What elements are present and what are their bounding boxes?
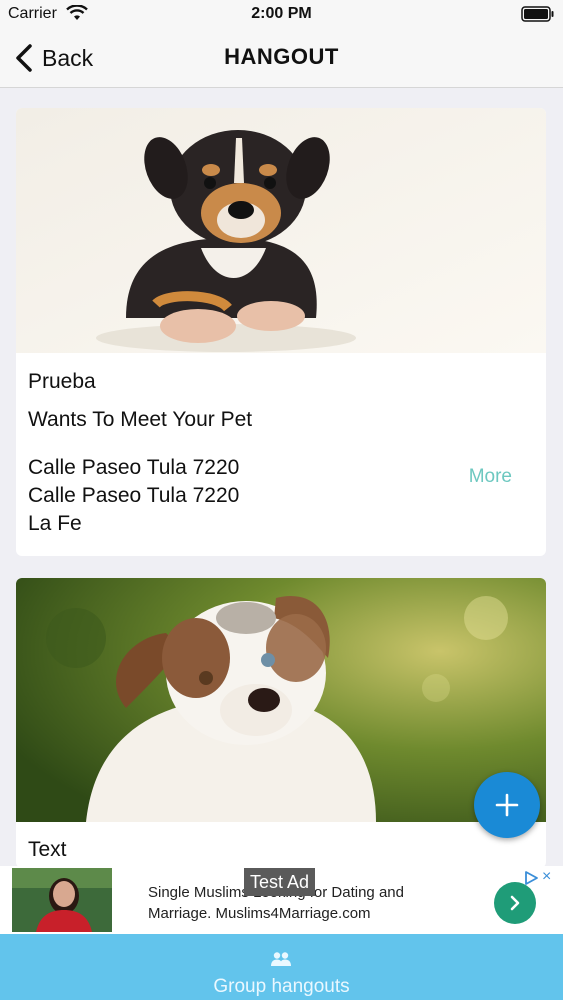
- group-icon: [271, 952, 291, 966]
- status-time: 2:00 PM: [251, 5, 312, 22]
- ad-open-button[interactable]: [494, 882, 536, 924]
- hangout-name: Text: [28, 838, 67, 861]
- navigation-bar: Back HANGOUT: [0, 30, 563, 88]
- more-link[interactable]: More: [469, 466, 512, 488]
- hangout-address: Calle Paseo Tula 7220 Calle Paseo Tula 7…: [28, 454, 239, 538]
- ad-photo: [12, 868, 112, 932]
- ad-text-line: Marriage. Muslims4Marriage.com: [148, 905, 371, 922]
- group-hangouts-tab[interactable]: Group hangouts: [0, 934, 563, 1000]
- address-line: Calle Paseo Tula 7220: [28, 456, 240, 479]
- page-title: HANGOUT: [224, 44, 339, 69]
- puppy-photo: [16, 108, 546, 353]
- hangout-card[interactable]: Prueba Wants To Meet Your Pet Calle Pase…: [16, 108, 546, 556]
- dog-photo: [16, 578, 546, 822]
- add-hangout-button[interactable]: [474, 772, 540, 838]
- address-line: La Fe: [28, 512, 82, 535]
- test-ad-badge: Test Ad: [244, 868, 316, 896]
- address-line: Calle Paseo Tula 7220: [28, 484, 240, 507]
- status-bar: Carrier 2:00 PM: [0, 0, 563, 30]
- group-hangouts-label: Group hangouts: [213, 976, 350, 997]
- hangout-card[interactable]: Text: [16, 578, 546, 868]
- ad-choices-icon[interactable]: [523, 870, 539, 886]
- ad-close-button[interactable]: ×: [542, 868, 551, 886]
- hangout-subtitle: Wants To Meet Your Pet: [28, 408, 253, 431]
- hangout-name: Prueba: [28, 370, 96, 393]
- chevron-right-icon: [510, 895, 520, 911]
- plus-icon: [495, 793, 519, 817]
- battery-icon: [521, 6, 554, 22]
